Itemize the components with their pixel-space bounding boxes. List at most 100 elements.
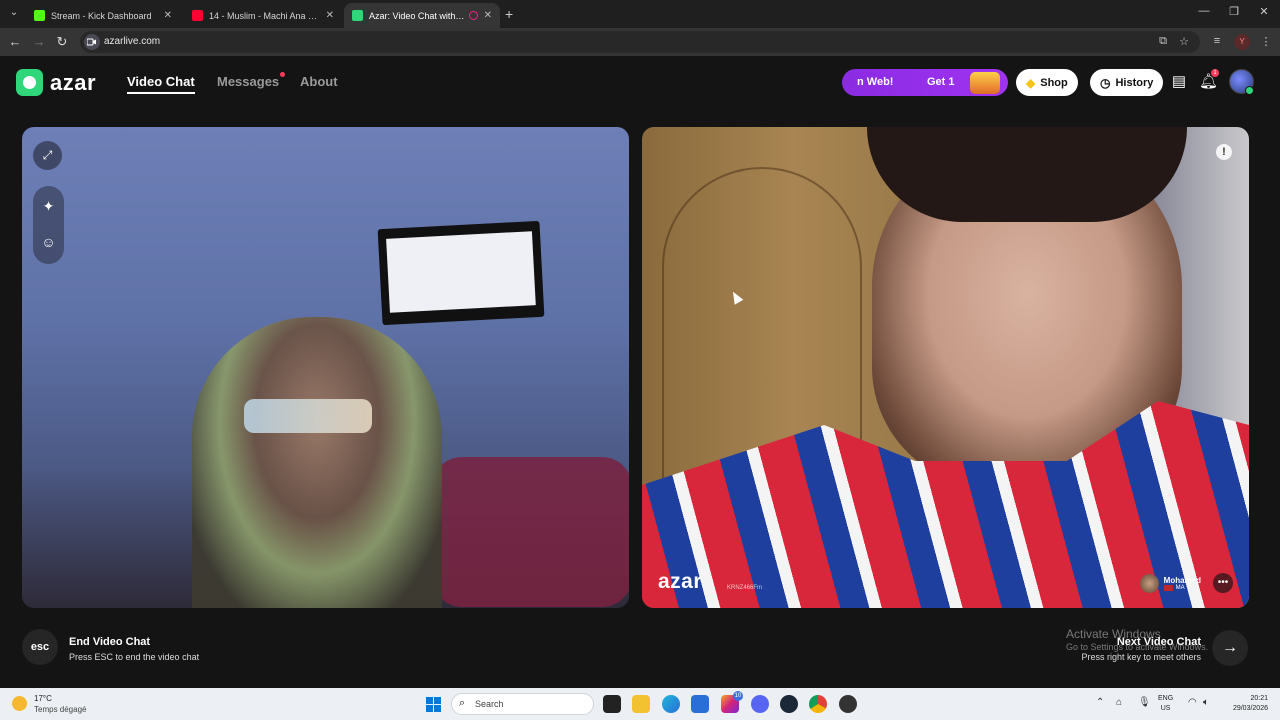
steam-icon[interactable] [780,695,798,713]
chat-bubble-icon[interactable]: ••• [1213,573,1233,593]
history-button[interactable]: ◷ History [1090,69,1164,96]
azar-logo-icon [16,69,43,96]
url-text: azarlive.com [104,36,161,47]
close-icon[interactable]: ✕ [326,10,334,21]
nav-video-chat[interactable]: Video Chat [127,74,195,94]
shop-button[interactable]: ◆ Shop [1016,69,1078,96]
lang-region: US [1160,705,1171,712]
end-chat-hint: Press ESC to end the video chat [69,652,200,662]
chrome-icon[interactable] [809,695,827,713]
discord-icon[interactable] [751,695,769,713]
end-chat-button[interactable]: esc [22,629,58,665]
tab-label: Azar: Video Chat with New [369,10,465,21]
promo-text-left: n Web! [857,76,894,88]
address-bar[interactable]: azarlive.com [80,31,1200,53]
peer-country: MA [1175,585,1185,591]
azar-logo[interactable]: azar [16,69,96,96]
magic-wand-icon[interactable]: ✦ [33,194,64,218]
store-icon[interactable] [691,695,709,713]
morocco-flag-icon [1163,585,1173,591]
video-tools-panel: ✦ ☺ [33,186,64,264]
next-chat-title: Next Video Chat [1116,636,1201,648]
bookmark-star-icon[interactable]: ☆ [1177,35,1191,48]
watermark-id: KRNZ466Fm [727,585,763,591]
clock-time: 20:21 [1250,695,1268,702]
my-video-feed [22,127,629,608]
weather-temp: 17°C [34,694,52,703]
lang-code: ENG [1158,695,1174,702]
notification-count: 1 [1211,69,1219,77]
weather-desc: Temps dégagé [34,705,87,714]
inbox-icon[interactable]: ▤ [1170,73,1188,91]
install-app-icon[interactable]: ⧉ [1156,35,1170,48]
start-button[interactable] [426,697,441,712]
search-icon: ⌕ [459,697,466,709]
promo-text-right: Get 1 [927,76,955,88]
peer-video-feed: ! azar KRNZ466Fm Mohamed MA ••• [642,127,1249,608]
system-clock[interactable]: 20:21 29/03/2026 [1224,694,1268,714]
close-window-button[interactable]: ✕ [1254,5,1274,18]
task-view-icon[interactable] [603,695,621,713]
expand-icon[interactable]: ⤢ [33,141,62,170]
reading-list-icon[interactable]: ≡ [1210,35,1224,47]
volume-icon[interactable]: 🔈︎ [1203,697,1209,708]
file-explorer-icon[interactable] [632,695,650,713]
site-info-icon[interactable] [84,34,100,50]
tray-overflow-icon[interactable]: ⌃ [1096,697,1104,708]
azar-watermark: azar [658,570,703,593]
tab-label: 14 - Muslim - Machi Ana Li Khti [209,10,320,21]
instagram-badge: 10 [733,691,743,701]
clock-icon: ◷ [1100,75,1111,90]
face-filter-icon[interactable]: ☺ [33,230,64,254]
minimize-button[interactable]: — [1194,5,1214,17]
shop-label: Shop [1040,76,1068,89]
logo-text: azar [50,69,97,95]
azar-page: azar Video Chat Messages About n Web! Ge… [0,56,1280,688]
online-status-dot [1245,86,1254,95]
sunglasses [244,399,372,433]
reload-button[interactable]: ↻ [54,34,70,50]
messages-unread-dot [280,72,285,77]
peer-avatar [1139,574,1159,593]
new-tab-button[interactable]: + [505,6,513,22]
next-chat-hint: Press right key to meet others [1081,652,1201,662]
report-icon[interactable]: ! [1216,144,1232,160]
promo-banner[interactable]: n Web! Get 1 [842,69,1008,96]
obs-icon[interactable] [839,695,857,713]
tab-label: Stream - Kick Dashboard [51,10,152,21]
network-status-icon[interactable]: ⌂ [1116,697,1122,708]
nav-messages[interactable]: Messages [217,74,279,89]
recording-icon [468,11,478,20]
browser-menu-icon[interactable]: ⋮ [1259,35,1273,48]
microphone-icon[interactable]: 🎙︎ [1138,697,1151,708]
next-chat-button[interactable]: → [1212,630,1248,666]
self-person [192,317,442,608]
nav-about[interactable]: About [300,74,338,89]
tab-kick-dashboard[interactable]: Stream - Kick Dashboard ✕ [26,3,180,28]
tab-azar[interactable]: Azar: Video Chat with New ✕ [344,3,500,28]
close-icon[interactable]: ✕ [484,10,492,21]
wifi-icon[interactable]: ◠ [1188,697,1197,708]
close-icon[interactable]: ✕ [164,10,172,21]
peer-name: Mohamed [1163,576,1201,585]
peer-hair [867,127,1187,222]
restore-button[interactable]: ❐ [1224,5,1244,18]
gem-icon: ◆ [1026,75,1036,90]
back-button[interactable]: ← [7,34,23,50]
tab-search-icon[interactable]: ⌄ [6,5,22,21]
weather-icon[interactable] [12,696,27,711]
peer-info[interactable]: Mohamed MA [1139,574,1201,593]
azar-favicon-icon [352,10,363,21]
background-pillow [432,457,629,607]
forward-button[interactable]: → [31,34,47,50]
youtube-favicon-icon [192,10,203,21]
history-label: History [1115,76,1154,89]
edge-icon[interactable] [662,695,680,713]
browser-tab-strip: ⌄ Stream - Kick Dashboard ✕ 14 - Muslim … [0,0,1280,28]
taskbar-search[interactable]: ⌕ Search [451,693,594,715]
tab-youtube[interactable]: 14 - Muslim - Machi Ana Li Khti ✕ [184,3,342,28]
treasure-chest-icon [970,72,1000,94]
language-indicator[interactable]: ENG US [1158,694,1173,714]
profile-avatar[interactable]: Y [1234,34,1250,50]
end-chat-title: End Video Chat [69,636,151,648]
